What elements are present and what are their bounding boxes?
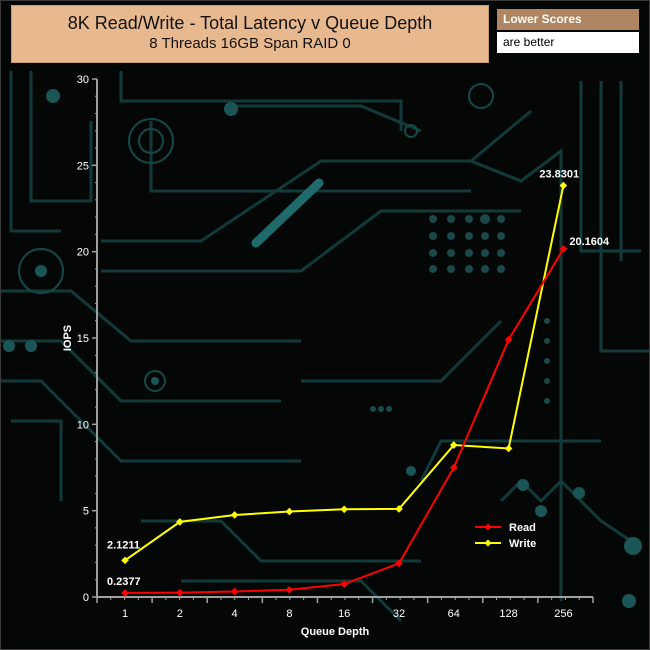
y-tick-label: 0: [83, 592, 89, 604]
data-point-write: [559, 181, 568, 190]
data-point-read: [176, 588, 184, 597]
legend-label: Write: [509, 538, 536, 550]
chart-frame: 8K Read/Write - Total Latency v Queue De…: [0, 0, 650, 650]
x-tick-label: 128: [499, 608, 517, 620]
y-tick-label: 5: [83, 506, 89, 518]
x-tick-label: 8: [286, 608, 292, 620]
y-tick-label: 10: [77, 419, 89, 431]
y-tick-label: 20: [77, 247, 89, 259]
y-tick-label: 30: [77, 74, 89, 86]
x-tick-label: 64: [448, 608, 460, 620]
data-point-read: [230, 587, 239, 596]
x-tick-label: 1: [122, 608, 128, 620]
series-line-write: [124, 185, 565, 562]
data-point-read: [285, 585, 294, 594]
x-tick-label: 32: [393, 608, 405, 620]
x-tick-label: 256: [554, 608, 572, 620]
legend-swatch-marker: [484, 523, 492, 531]
y-tick-label: 15: [77, 333, 89, 345]
series-write: [121, 181, 568, 565]
data-point-write: [230, 511, 239, 519]
y-axis-label: IOPS: [62, 325, 74, 351]
legend-label: Read: [509, 522, 536, 534]
data-point-write: [285, 507, 294, 516]
data-label: 23.8301: [539, 169, 579, 181]
chart-axes: 0 5 10 15 20 25 30 1 2 4 8 16 32 64 128 256 Queue Depth I…: [62, 74, 594, 638]
legend-swatch-marker: [484, 539, 492, 547]
chart-legend: Read Write: [475, 522, 536, 550]
x-tick-label: 2: [177, 608, 183, 620]
chart-series-layer: [121, 181, 568, 597]
x-axis-label: Queue Depth: [301, 626, 370, 638]
y-tick-label: 25: [77, 160, 89, 172]
data-label: 20.1604: [569, 236, 610, 248]
data-point-write: [504, 444, 513, 453]
data-label: 0.2377: [107, 576, 141, 588]
x-tick-label: 16: [338, 608, 350, 620]
data-point-read: [340, 580, 348, 588]
series-line-read: [124, 248, 565, 594]
line-chart: 0 5 10 15 20 25 30 1 2 4 8 16 32 64 128 256 Queue Depth I…: [62, 74, 610, 638]
data-label: 2.1211: [107, 539, 140, 551]
data-point-read: [121, 589, 129, 597]
data-point-write: [340, 505, 348, 514]
x-tick-label: 4: [232, 608, 238, 620]
